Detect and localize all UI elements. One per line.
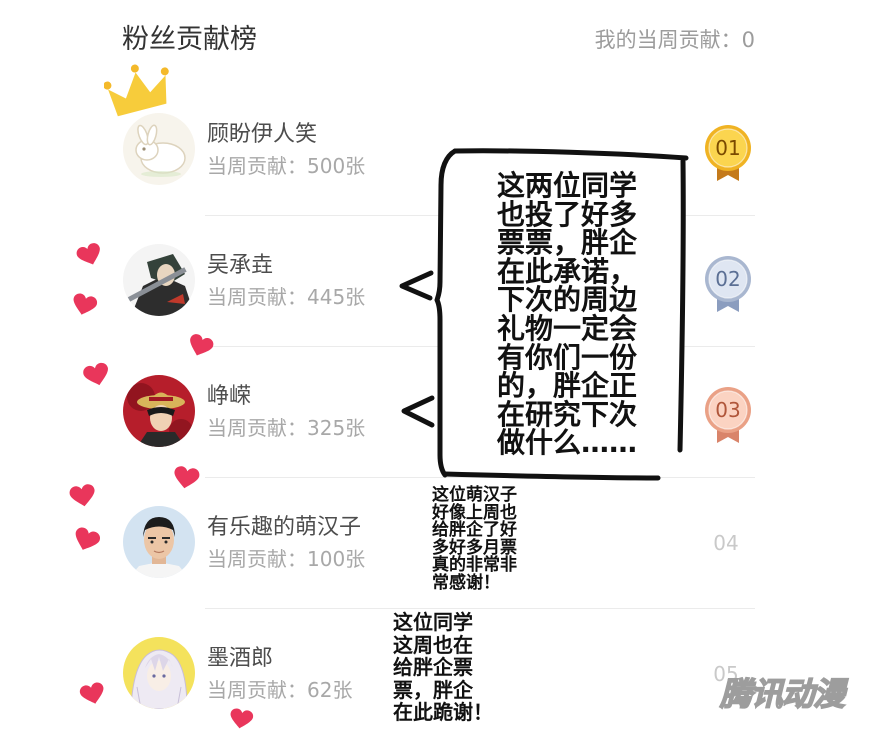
note-line: 票票，胖企 bbox=[497, 226, 638, 260]
note-line: 票，胖企 bbox=[393, 677, 473, 702]
annotation-main-note: 这两位同学 也投了好多 票票，胖企 在此承诺， 下次的周边 礼物一定会 有你们一… bbox=[497, 169, 638, 460]
note-line: 也投了好多 bbox=[497, 197, 638, 231]
arrow-left-icon bbox=[399, 270, 434, 301]
note-line: 的，胖企正 bbox=[497, 369, 638, 403]
heart-icon bbox=[69, 484, 95, 507]
arrow-left-icon bbox=[401, 395, 435, 428]
annotation-note-row4: 这位萌汉子 好像上周也 给胖企了好 多好多月票 真的非常非 常感谢！ bbox=[432, 485, 517, 593]
heart-icon bbox=[75, 527, 101, 550]
note-line: 在研究下次 bbox=[497, 397, 638, 431]
note-line: 这周也在 bbox=[393, 632, 473, 657]
note-line: 给胖企了好 bbox=[432, 520, 517, 540]
note-line: 下次的周边 bbox=[497, 283, 638, 317]
crown-icon bbox=[104, 64, 169, 117]
note-line: 真的非常非 bbox=[432, 555, 517, 575]
note-line: 这两位同学 bbox=[497, 169, 638, 202]
note-line: 礼物一定会 bbox=[497, 311, 638, 345]
note-line: 做什么…… bbox=[497, 426, 638, 460]
watermark-logo: 腾讯动漫 bbox=[719, 674, 846, 714]
note-line: 常感谢！ bbox=[432, 572, 500, 593]
note-line: 有你们一份 bbox=[497, 340, 638, 374]
heart-icon bbox=[190, 334, 214, 356]
note-line: 这位萌汉子 bbox=[432, 485, 517, 505]
heart-icon bbox=[79, 682, 104, 704]
heart-icon bbox=[174, 466, 200, 489]
heart-icon bbox=[73, 293, 98, 315]
note-line: 在此跪谢！ bbox=[393, 700, 493, 724]
note-line: 在此承诺， bbox=[497, 254, 638, 288]
annotation-note-row5: 这位同学 这周也在 给胖企票 票，胖企 在此跪谢！ bbox=[393, 611, 493, 724]
note-line: 这位同学 bbox=[393, 610, 473, 634]
note-line: 给胖企票 bbox=[393, 655, 473, 679]
heart-icon bbox=[83, 362, 108, 386]
heart-icon bbox=[76, 243, 100, 265]
fan-leaderboard-screen: 粉丝贡献榜 我的当周贡献：0 顾盼伊人笑 当周贡献：500张 01 吴承垚 当周… bbox=[0, 0, 880, 734]
heart-icon bbox=[230, 708, 254, 729]
